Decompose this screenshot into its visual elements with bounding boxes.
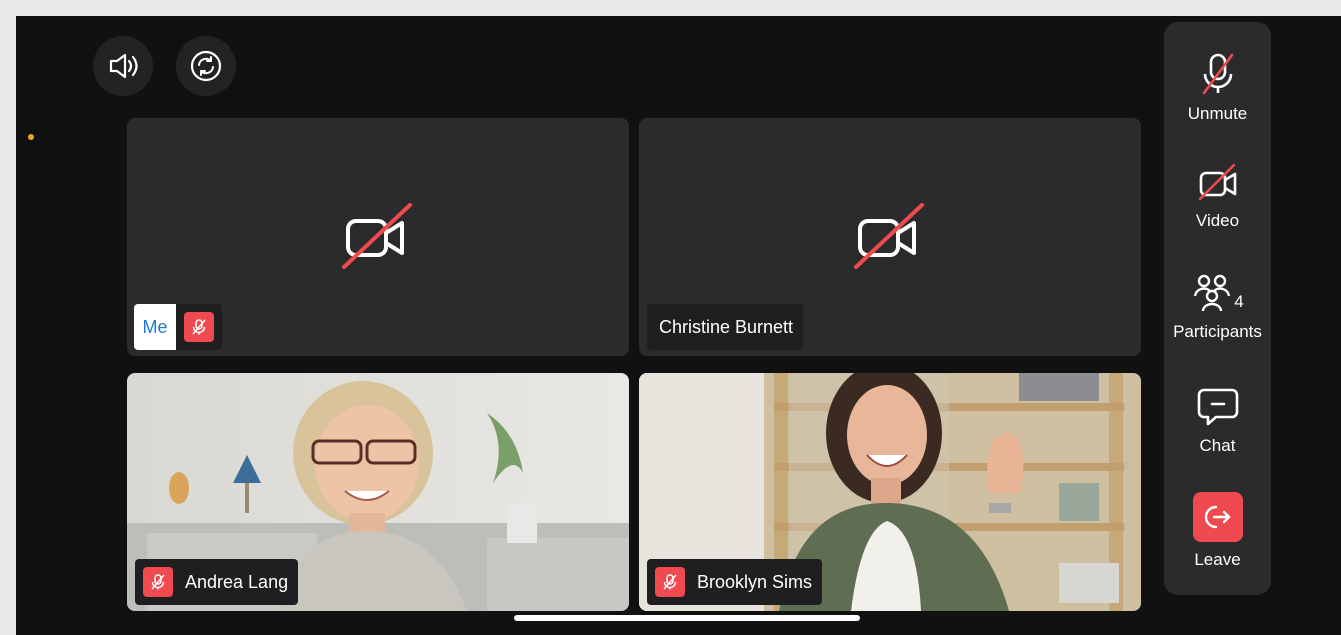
unmute-label: Unmute [1187, 104, 1248, 123]
participant-name-tag: Brooklyn Sims [647, 559, 823, 605]
switch-camera-button[interactable] [176, 36, 236, 96]
leave-label: Leave [1194, 550, 1241, 569]
video-button[interactable]: Video [1164, 163, 1271, 231]
participants-button[interactable]: 4 Participants [1164, 272, 1271, 342]
leave-button[interactable]: Leave [1164, 492, 1271, 570]
participant-name: Christine Burnett [659, 316, 794, 337]
video-label: Video [1195, 211, 1240, 230]
participant-name-tag: Andrea Lang [135, 559, 299, 605]
speaker-icon [109, 53, 138, 79]
mic-muted-indicator [143, 567, 173, 597]
video-tile-christine-burnett[interactable]: Christine Burnett [639, 118, 1141, 356]
mic-muted-indicator [184, 312, 214, 342]
chat-icon [1197, 388, 1238, 426]
camera-off-icon [342, 203, 412, 269]
video-tile-brooklyn-sims[interactable]: Brooklyn Sims [639, 373, 1141, 611]
video-tile-me[interactable]: Me [127, 118, 629, 356]
participants-label: Participants [1173, 322, 1262, 341]
participants-icon [1194, 274, 1231, 312]
self-tag: Me [134, 304, 222, 350]
meeting-screen: Me Christine Burnett Andrea Lang Brookly… [16, 16, 1341, 635]
status-dot [28, 134, 34, 140]
participant-name: Andrea Lang [185, 571, 289, 592]
speaker-button[interactable] [93, 36, 153, 96]
chat-button[interactable]: Chat [1164, 384, 1271, 456]
camera-switch-icon [190, 50, 222, 82]
home-indicator[interactable] [514, 615, 860, 621]
self-label: Me [134, 304, 176, 350]
video-off-icon [1198, 163, 1236, 201]
mic-off-icon [192, 319, 206, 335]
participants-count: 4 [1234, 292, 1244, 311]
video-tile-andrea-lang[interactable]: Andrea Lang [127, 373, 629, 611]
participant-name-tag: Christine Burnett [647, 304, 804, 350]
mic-muted-indicator [655, 567, 685, 597]
mic-off-icon [151, 574, 165, 590]
leave-icon-box [1192, 492, 1243, 542]
leave-icon [1204, 505, 1230, 529]
participant-name: Brooklyn Sims [697, 571, 813, 592]
unmute-button[interactable]: Unmute [1164, 52, 1271, 124]
mic-off-icon [1202, 53, 1233, 95]
chat-label: Chat [1199, 436, 1236, 455]
call-controls-sidebar: Unmute Video 4 Participants Chat Leave [1164, 22, 1271, 595]
camera-off-icon [854, 203, 924, 269]
mic-off-icon [663, 574, 677, 590]
